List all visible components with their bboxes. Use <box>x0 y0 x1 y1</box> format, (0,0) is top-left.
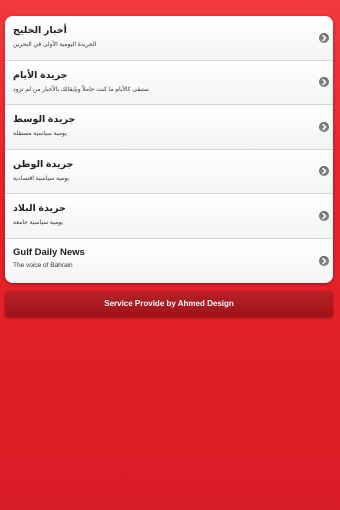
item-title: Gulf Daily News <box>13 246 85 258</box>
chevron-right-icon <box>319 166 329 177</box>
item-title: جريدة الوسط <box>13 114 76 125</box>
item-subtitle: يومية سياسية مستقلة <box>13 131 67 137</box>
item-subtitle: يومية سياسية اقتصادية <box>13 175 70 182</box>
newspaper-list: أخبار الخليج الجريدة اليومية الأولى في ا… <box>5 16 333 283</box>
list-item-albilad[interactable]: جريدة البلاد يومية سياسية جامعة <box>5 194 333 239</box>
list-item-alwasat[interactable]: جريدة الوسط يومية سياسية مستقلة <box>5 105 333 150</box>
chevron-right-icon <box>319 210 329 221</box>
list-item-alwatan[interactable]: جريدة الوطن يومية سياسية اقتصادية <box>5 149 333 194</box>
item-title: أخبار الخليج <box>13 25 67 36</box>
item-subtitle: يومية سياسية جامعة <box>13 220 63 226</box>
chevron-right-icon <box>319 121 329 132</box>
list-item-akhbar-alkhaleej[interactable]: أخبار الخليج الجريدة اليومية الأولى في ا… <box>5 16 333 61</box>
item-subtitle: ستبقى كالأيام ما كنت حاملاً وبإبقائك بال… <box>13 86 149 93</box>
list-item-alayam[interactable]: جريدة الأيام ستبقى كالأيام ما كنت حاملاً… <box>5 60 333 105</box>
item-subtitle: The voice of Bahrain <box>13 261 73 269</box>
chevron-right-icon <box>319 255 329 266</box>
service-provider-button[interactable]: Service Provide by Ahmed Design <box>5 291 333 317</box>
item-subtitle: الجريدة اليومية الأولى في البحرين <box>13 42 97 48</box>
chevron-right-icon <box>319 77 329 88</box>
item-title: جريدة البلاد <box>13 203 66 214</box>
item-title: جريدة الوطن <box>13 158 74 170</box>
list-item-gulf-daily-news[interactable]: Gulf Daily News The voice of Bahrain <box>5 238 333 283</box>
item-title: جريدة الأيام <box>13 69 68 81</box>
chevron-right-icon <box>319 32 329 43</box>
